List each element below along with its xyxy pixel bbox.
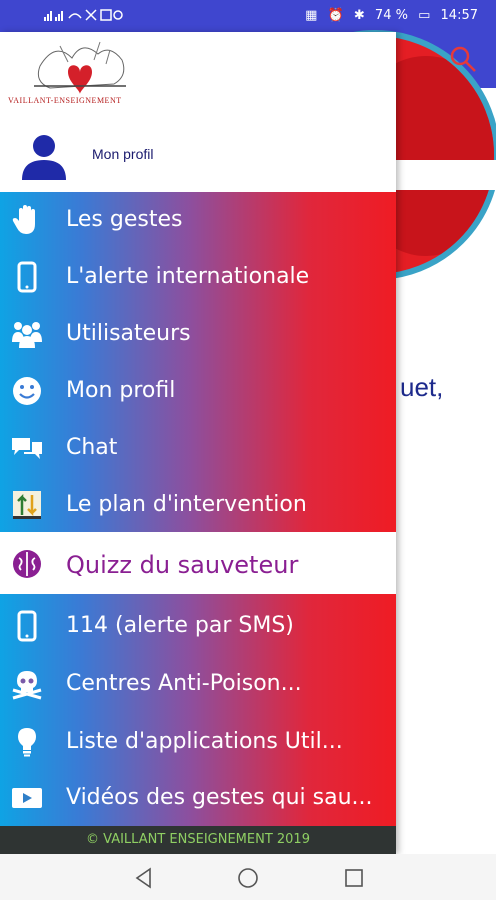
menu-item-chat[interactable]: Chat bbox=[0, 420, 396, 476]
menu-item-label: Vidéos des gestes qui sau... bbox=[66, 785, 373, 810]
nfc-icon: ▦ bbox=[305, 8, 318, 23]
avatar-icon bbox=[22, 135, 66, 180]
menu-item-anti-poison[interactable]: Centres Anti-Poison... bbox=[0, 656, 396, 712]
drawer-header: VAILLANT-ENSEIGNEMENT Mon profil bbox=[0, 32, 396, 192]
recents-icon[interactable] bbox=[342, 866, 366, 890]
battery-percent: 74 % bbox=[374, 8, 408, 23]
skull-icon bbox=[12, 671, 42, 700]
drawer-profile[interactable]: Mon profil bbox=[0, 126, 396, 190]
status-bar: ▦ ⏰ ✱ 74 % ▭ 14:57 bbox=[0, 0, 496, 32]
logo-text: VAILLANT-ENSEIGNEMENT bbox=[8, 96, 122, 105]
phone-icon bbox=[17, 261, 37, 293]
status-right: ▦ ⏰ ✱ 74 % ▭ 14:57 bbox=[299, 8, 478, 23]
clock: 14:57 bbox=[440, 8, 478, 23]
background-band bbox=[396, 160, 496, 190]
menu-item-alerte-internationale[interactable]: L'alerte internationale bbox=[0, 249, 396, 305]
video-icon bbox=[12, 788, 42, 808]
hand-icon bbox=[12, 205, 35, 234]
status-left-icons bbox=[44, 8, 126, 26]
menu-item-mon-profil[interactable]: Mon profil bbox=[0, 363, 396, 419]
menu-item-label: L'alerte internationale bbox=[66, 264, 310, 289]
menu-item-plan-intervention[interactable]: Le plan d'intervention bbox=[0, 477, 396, 533]
menu-item-quizz-sauveteur[interactable]: Quizz du sauveteur bbox=[0, 534, 396, 594]
signal-icon bbox=[44, 9, 123, 21]
bluetooth-icon: ✱ bbox=[353, 8, 365, 23]
background-partial-text: uet, bbox=[400, 372, 444, 402]
system-nav-bar bbox=[0, 854, 496, 900]
menu-item-label: Quizz du sauveteur bbox=[66, 551, 299, 579]
brain-icon bbox=[13, 550, 41, 578]
back-icon[interactable] bbox=[132, 866, 156, 890]
menu-item-label: Liste d'applications Util... bbox=[66, 729, 343, 754]
alarm-icon: ⏰ bbox=[327, 8, 344, 23]
menu-item-applications[interactable]: Liste d'applications Util... bbox=[0, 714, 396, 770]
menu-item-utilisateurs[interactable]: Utilisateurs bbox=[0, 306, 396, 362]
plan-icon bbox=[13, 491, 41, 519]
menu-group-main: Les gestes L'alerte internationale Utili… bbox=[0, 192, 396, 532]
phone-icon bbox=[17, 610, 37, 642]
search-icon[interactable] bbox=[448, 44, 478, 74]
menu-item-label: Centres Anti-Poison... bbox=[66, 671, 302, 696]
menu-item-label: Les gestes bbox=[66, 207, 183, 232]
menu-item-114-sms[interactable]: 114 (alerte par SMS) bbox=[0, 598, 396, 654]
home-icon[interactable] bbox=[236, 866, 260, 890]
chat-icon bbox=[12, 438, 42, 459]
lightbulb-icon bbox=[18, 728, 36, 757]
smiley-icon bbox=[13, 377, 41, 405]
drawer-footer: © VAILLANT ENSEIGNEMENT 2019 bbox=[0, 826, 396, 854]
profile-label: Mon profil bbox=[92, 146, 154, 162]
menu-item-les-gestes[interactable]: Les gestes bbox=[0, 192, 396, 248]
menu-item-label: 114 (alerte par SMS) bbox=[66, 613, 294, 638]
menu-group-resources: 114 (alerte par SMS) Centres Anti-Poison… bbox=[0, 594, 396, 826]
users-icon bbox=[12, 322, 42, 348]
menu-item-label: Chat bbox=[66, 435, 118, 460]
menu-item-label: Utilisateurs bbox=[66, 321, 191, 346]
menu-item-label: Le plan d'intervention bbox=[66, 492, 307, 517]
navigation-drawer: VAILLANT-ENSEIGNEMENT Mon profil Les ges… bbox=[0, 32, 396, 854]
menu-item-label: Mon profil bbox=[66, 378, 176, 403]
menu-item-videos[interactable]: Vidéos des gestes qui sau... bbox=[0, 770, 396, 826]
battery-icon: ▭ bbox=[418, 8, 431, 23]
